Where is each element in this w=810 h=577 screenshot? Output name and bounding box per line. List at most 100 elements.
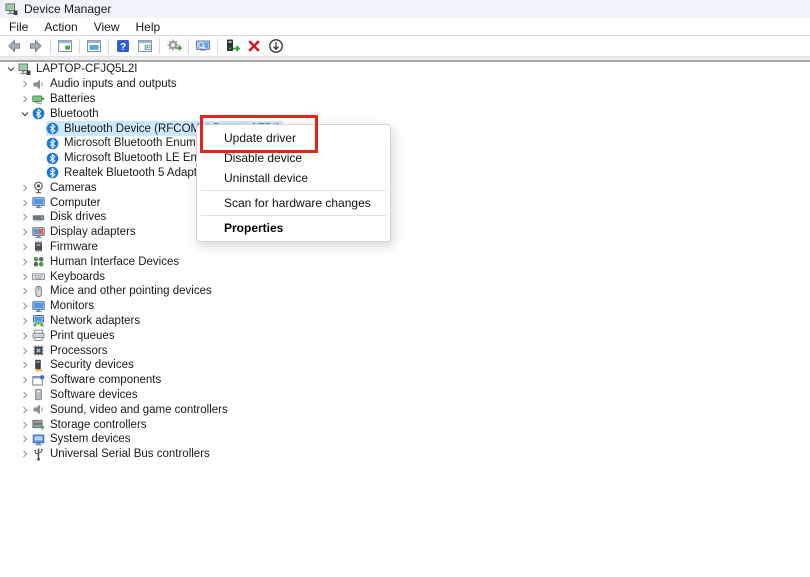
properties-icon[interactable] [83,37,105,56]
menu-file[interactable]: File [1,18,36,35]
console-tree-icon[interactable] [54,37,76,56]
chevron-none [32,166,46,180]
chevron-collapsed-icon[interactable] [18,77,32,91]
uninstall-device-icon[interactable] [243,37,265,56]
bluetooth-icon [46,137,59,150]
context-menu-separator [201,190,386,191]
chevron-collapsed-icon[interactable] [18,196,32,210]
menu-help[interactable]: Help [128,18,169,35]
chevron-collapsed-icon[interactable] [18,270,32,284]
tree-item-monitors[interactable]: Monitors [0,299,810,314]
tree-item-mice-and-other-pointing-devices[interactable]: Mice and other pointing devices [0,284,810,299]
audio-icon [32,403,45,416]
tree-item-bluetooth-device-rfcomm-protocol-tdi[interactable]: Bluetooth Device (RFCOMM Protocol TDI) [0,121,810,136]
tree-item-security-devices[interactable]: Security devices [0,358,810,373]
chevron-collapsed-icon[interactable] [18,210,32,224]
tree-item-label: Storage controllers [50,418,147,432]
context-menu: Update driverDisable deviceUninstall dev… [196,124,391,242]
tree-item-system-devices[interactable]: System devices [0,432,810,447]
monitor-icon [32,196,45,209]
tree-item-disk-drives[interactable]: Disk drives [0,210,810,225]
chevron-collapsed-icon[interactable] [18,432,32,446]
menu-action[interactable]: Action [36,18,85,35]
tree-item-batteries[interactable]: Batteries [0,92,810,107]
context-menu-item-scan-for-hardware-changes[interactable]: Scan for hardware changes [197,193,390,213]
tree-item-content: Bluetooth [32,107,102,121]
network-icon [32,314,45,327]
scan-hardware-icon[interactable] [163,37,185,56]
tree-item-keyboards[interactable]: Keyboards [0,269,810,284]
processor-icon [32,344,45,357]
tree-item-content: Network adapters [32,314,143,328]
context-menu-item-update-driver[interactable]: Update driver [197,128,390,148]
back-icon[interactable] [3,37,25,56]
chevron-collapsed-icon[interactable] [18,403,32,417]
tree-item-cameras[interactable]: Cameras [0,180,810,195]
battery-icon [32,92,45,105]
tree-item-processors[interactable]: Processors [0,343,810,358]
menu-view[interactable]: View [86,18,128,35]
device-manager-icon [5,3,18,16]
disable-device-icon[interactable] [265,37,287,56]
tree-item-label: Mice and other pointing devices [50,284,212,298]
tree-item-content: Batteries [32,92,98,106]
tree-item-software-components[interactable]: Software components [0,373,810,388]
chevron-none [32,122,46,136]
tree-item-content: Universal Serial Bus controllers [32,447,213,461]
tree-item-computer[interactable]: Computer [0,195,810,210]
chevron-collapsed-icon[interactable] [18,344,32,358]
tree-item-storage-controllers[interactable]: Storage controllers [0,417,810,432]
chevron-collapsed-icon[interactable] [18,447,32,461]
tree-item-sound-video-and-game-controllers[interactable]: Sound, video and game controllers [0,402,810,417]
tree-item-label: Display adapters [50,225,136,239]
chevron-expanded-icon[interactable] [18,107,32,121]
audio-icon [32,78,45,91]
help-icon[interactable]: ? [112,37,134,56]
chevron-collapsed-icon[interactable] [18,373,32,387]
chevron-collapsed-icon[interactable] [18,284,32,298]
update-driver-icon[interactable] [221,37,243,56]
chevron-collapsed-icon[interactable] [18,418,32,432]
tree-item-bluetooth[interactable]: Bluetooth [0,106,810,121]
chevron-collapsed-icon[interactable] [18,225,32,239]
chevron-collapsed-icon[interactable] [18,92,32,106]
tree-item-label: Monitors [50,299,94,313]
tree-item-print-queues[interactable]: Print queues [0,328,810,343]
tree-item-content: Processors [32,343,111,357]
tree-item-microsoft-bluetooth-enumerator[interactable]: Microsoft Bluetooth Enumerator [0,136,810,151]
tree-item-realtek-bluetooth-5-adapter[interactable]: Realtek Bluetooth 5 Adapter [0,166,810,181]
forward-icon[interactable] [25,37,47,56]
tree-item-label: Cameras [50,181,97,195]
toolbar-separator [217,39,218,54]
tree-item-laptop-cfjq5l2i[interactable]: LAPTOP-CFJQ5L2I [0,62,810,77]
chevron-expanded-icon[interactable] [4,62,18,76]
tree-item-microsoft-bluetooth-le-enumerator[interactable]: Microsoft Bluetooth LE Enumerator [0,151,810,166]
search-computer-icon[interactable] [192,37,214,56]
menu-bar: FileActionViewHelp [0,18,810,36]
context-menu-item-uninstall-device[interactable]: Uninstall device [197,168,390,188]
tree-item-label: Universal Serial Bus controllers [50,447,210,461]
tree-item-software-devices[interactable]: Software devices [0,388,810,403]
action-pane-icon[interactable] [134,37,156,56]
chevron-collapsed-icon[interactable] [18,240,32,254]
tree-item-content: Sound, video and game controllers [32,403,231,417]
chevron-collapsed-icon[interactable] [18,314,32,328]
chevron-collapsed-icon[interactable] [18,388,32,402]
tree-item-content: System devices [32,432,134,446]
tree-item-network-adapters[interactable]: Network adapters [0,314,810,329]
chevron-collapsed-icon[interactable] [18,358,32,372]
context-menu-item-disable-device[interactable]: Disable device [197,148,390,168]
tree-item-label: Disk drives [50,210,106,224]
tree-item-display-adapters[interactable]: Display adapters [0,225,810,240]
tree-item-label: Human Interface Devices [50,255,179,269]
chevron-collapsed-icon[interactable] [18,255,32,269]
chevron-collapsed-icon[interactable] [18,329,32,343]
chevron-collapsed-icon[interactable] [18,299,32,313]
tree-item-human-interface-devices[interactable]: Human Interface Devices [0,254,810,269]
tree-item-content: Software devices [32,388,141,402]
tree-item-universal-serial-bus-controllers[interactable]: Universal Serial Bus controllers [0,447,810,462]
context-menu-item-properties[interactable]: Properties [197,218,390,238]
tree-item-audio-inputs-and-outputs[interactable]: Audio inputs and outputs [0,77,810,92]
tree-item-firmware[interactable]: Firmware [0,240,810,255]
chevron-collapsed-icon[interactable] [18,181,32,195]
